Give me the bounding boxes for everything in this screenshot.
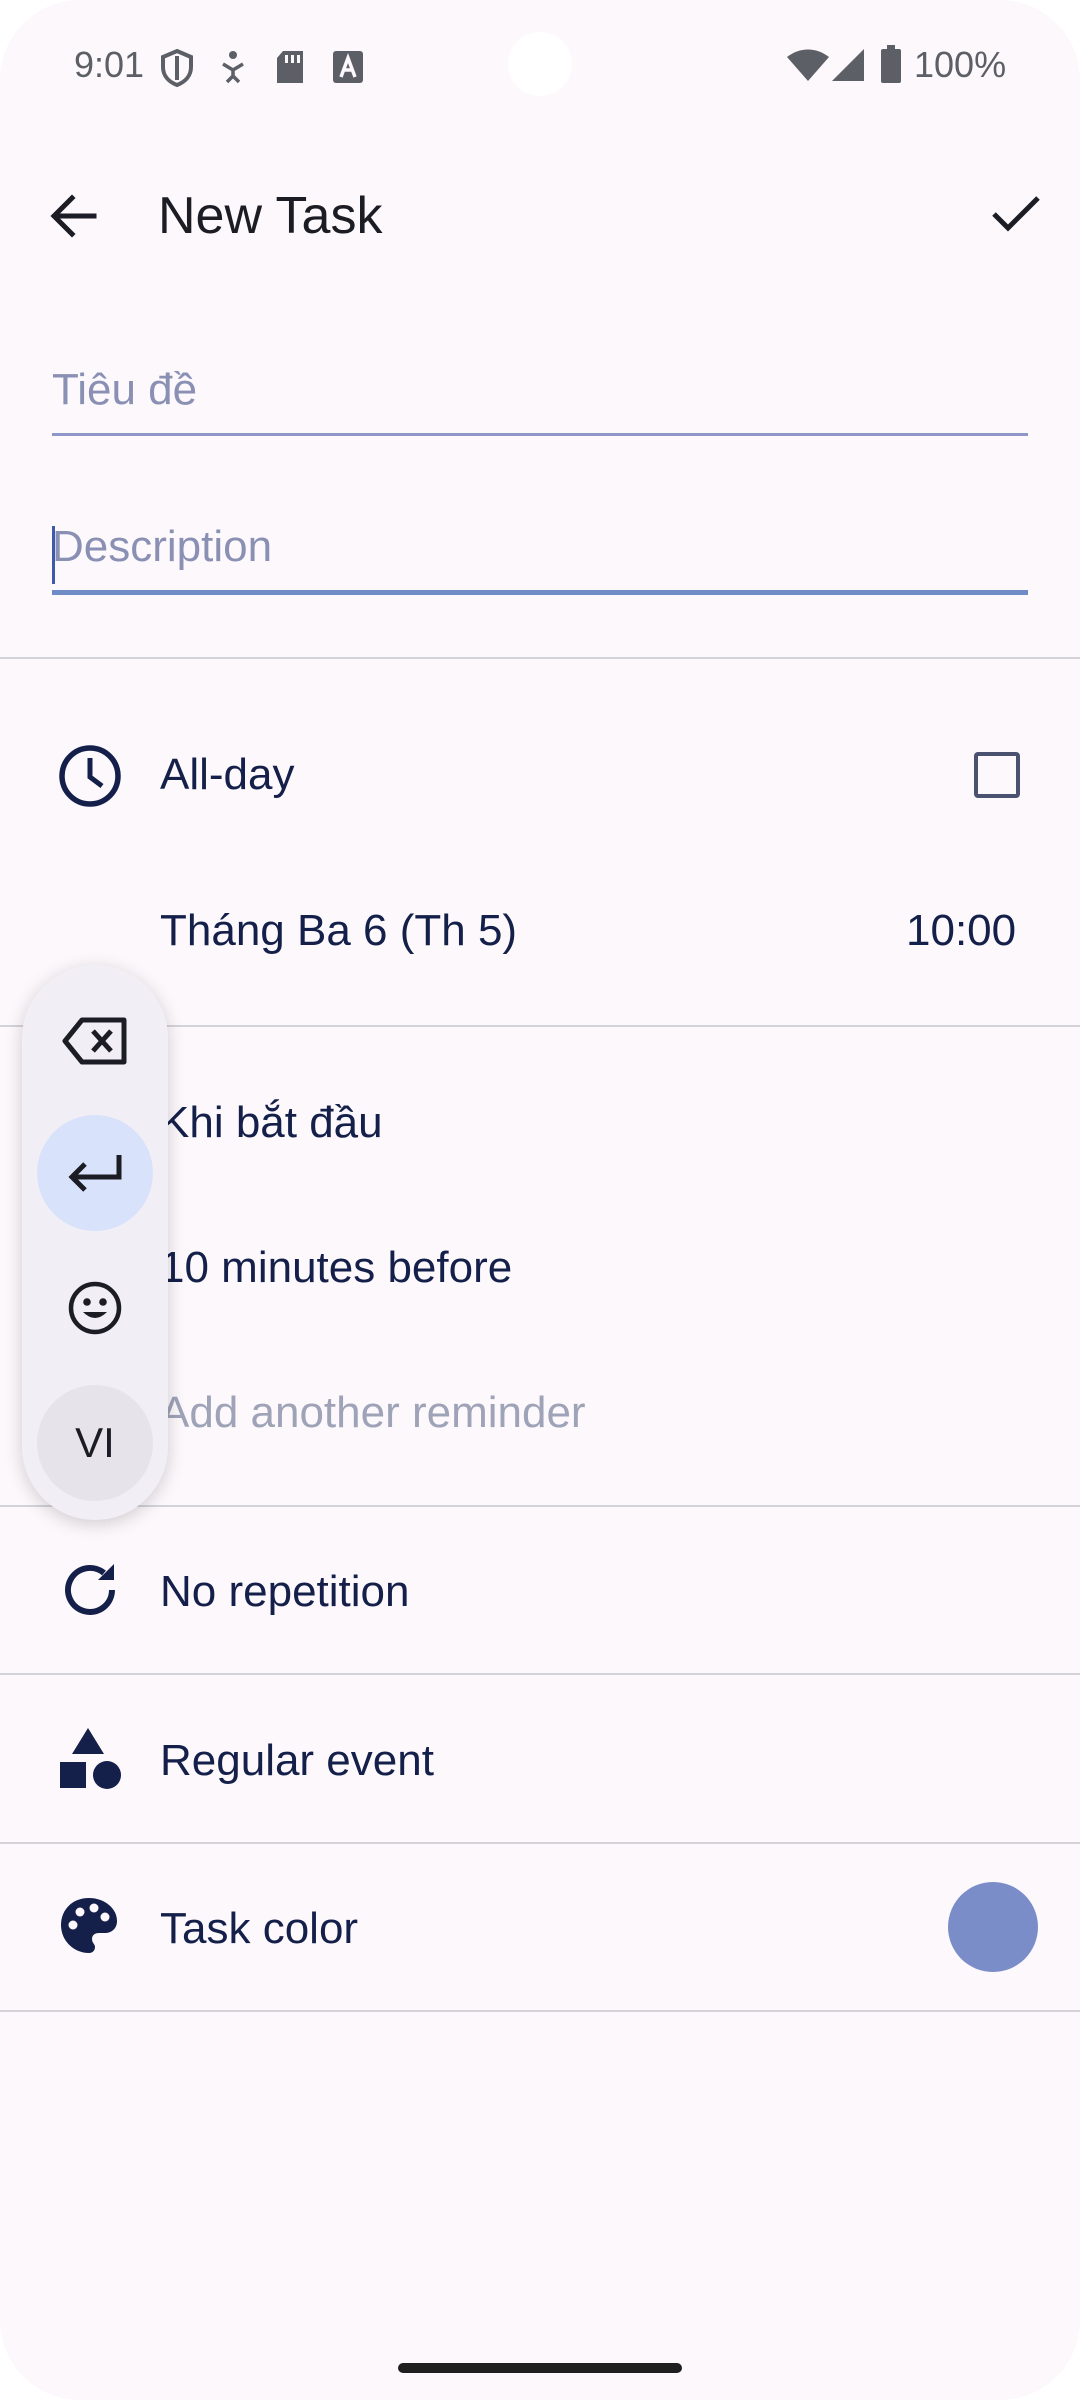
palette-icon [61,1898,117,1953]
backspace-icon [62,1017,127,1065]
title-underline [52,433,1028,436]
event-type-label: Regular event [160,1736,434,1785]
camera-cutout [508,32,572,96]
language-button[interactable]: VI [37,1385,153,1501]
check-icon[interactable] [990,192,1042,236]
repetition-label: No repetition [160,1567,410,1616]
gesture-nav-handle[interactable] [398,2363,682,2373]
description-input[interactable]: Description [52,522,1028,594]
enter-icon [68,1155,122,1192]
font-a-icon [333,51,363,83]
clock-icon [59,745,121,807]
task-color-row[interactable]: Task color [0,1872,1080,1982]
event-type-row[interactable]: Regular event [0,1704,1080,1814]
arrow-back-icon[interactable] [48,190,100,242]
divider [0,1673,1080,1675]
screen: 9:01 100% New Task Tiêu đề Description A… [0,0,1080,2400]
accessibility-icon [222,51,244,84]
keyboard-floating-toolbar: VI [22,965,168,1520]
description-underline [52,590,1028,595]
sd-card-icon [277,51,303,83]
shield-icon [161,48,193,88]
task-color-swatch[interactable] [948,1882,1038,1972]
language-label: VI [75,1419,115,1466]
cell-signal-icon [832,49,864,81]
backspace-button[interactable] [37,983,153,1099]
status-time: 9:01 [74,44,145,85]
task-color-label: Task color [160,1904,359,1953]
repetition-row[interactable]: No repetition [0,1535,1080,1645]
page-title: New Task [158,187,383,245]
emoji-button[interactable] [37,1250,153,1366]
start-time[interactable]: 10:00 [906,906,1016,956]
divider [0,1505,1080,1507]
all-day-checkbox[interactable] [974,752,1020,798]
title-input[interactable]: Tiêu đề [52,365,1028,437]
start-date[interactable]: Tháng Ba 6 (Th 5) [160,906,517,956]
battery-icon [881,45,901,83]
description-placeholder: Description [52,522,273,571]
shapes-icon [60,1728,121,1789]
title-placeholder: Tiêu đề [52,365,198,414]
all-day-row[interactable]: All-day [0,720,1080,830]
divider [0,2010,1080,2012]
wifi-icon [787,49,829,81]
battery-percent: 100% [914,44,1007,85]
divider [0,1842,1080,1844]
emoji-icon [68,1281,122,1335]
all-day-label: All-day [160,750,295,799]
divider [0,657,1080,659]
reminder-item[interactable]: 10 minutes before [160,1243,512,1293]
reminder-item[interactable]: Khi bắt đầu [160,1098,383,1148]
repeat-icon [65,1564,115,1615]
text-cursor [52,526,55,584]
add-reminder-button[interactable]: Add another reminder [160,1388,586,1438]
enter-button[interactable] [37,1115,153,1231]
